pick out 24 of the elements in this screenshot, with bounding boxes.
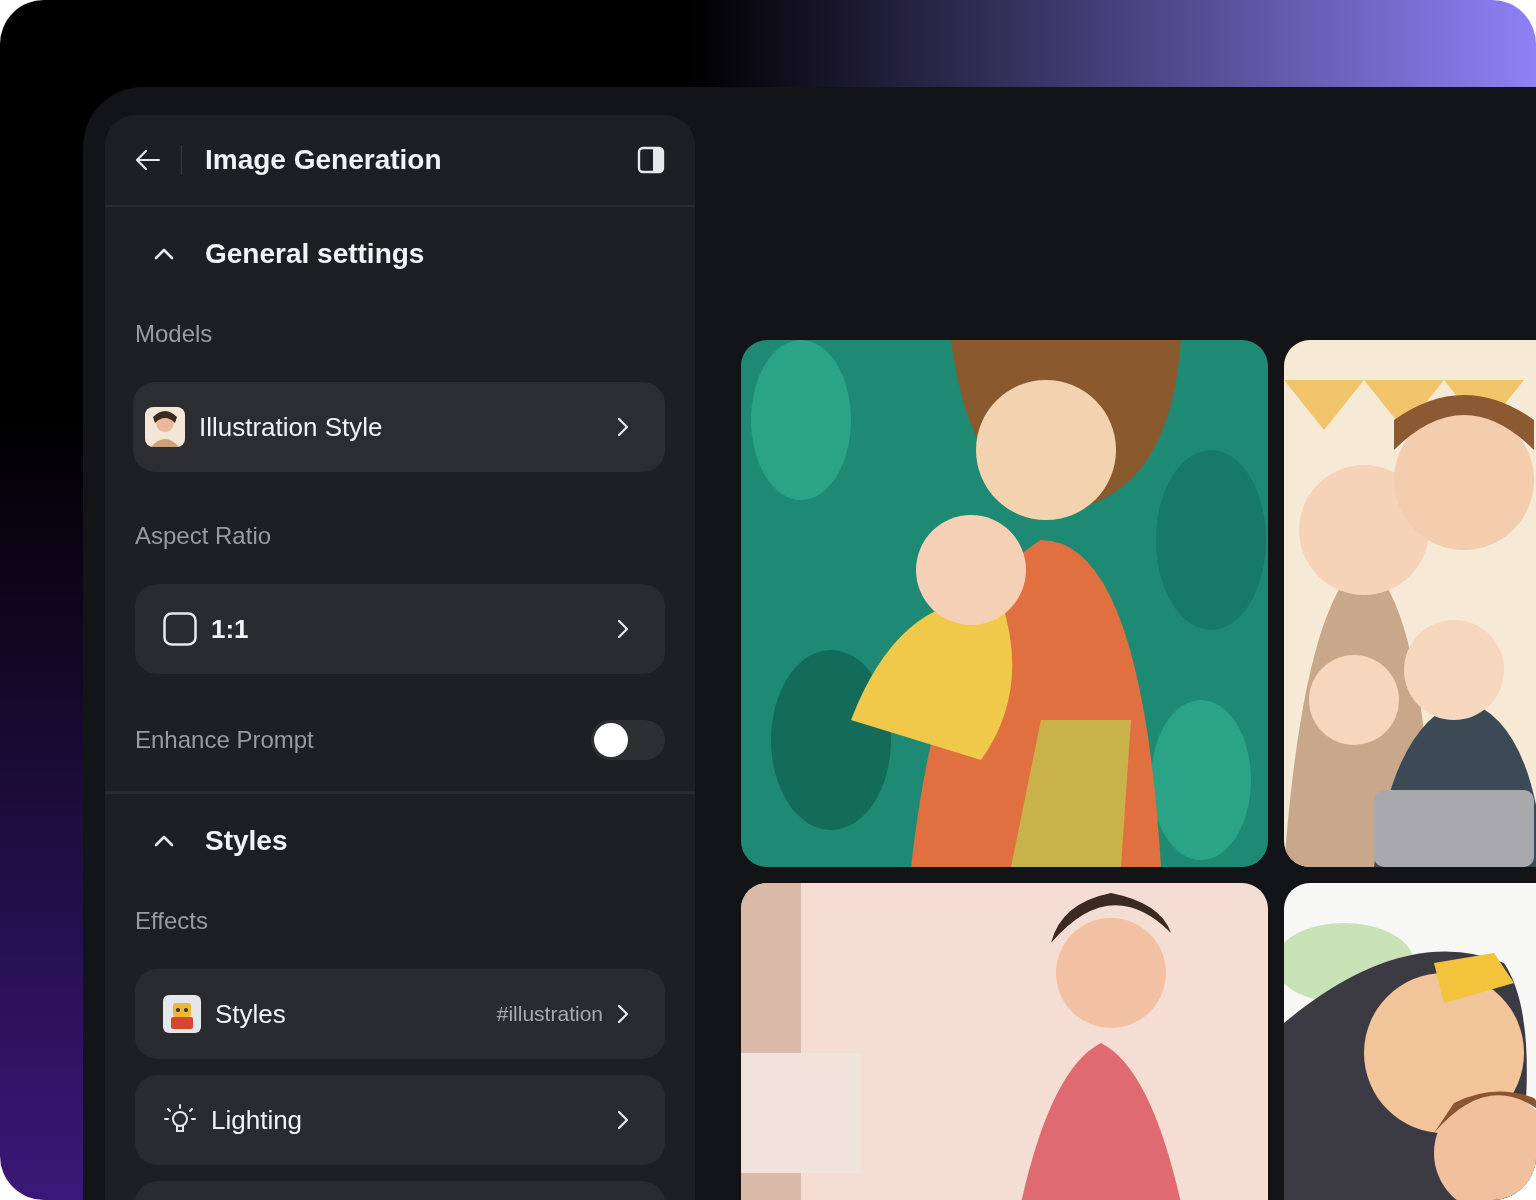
ratio-select[interactable]: 1:1: [135, 584, 665, 674]
chevron-right-icon: [617, 417, 629, 437]
styles-select[interactable]: Styles #illustration: [135, 969, 665, 1059]
sidebar-toggle-icon[interactable]: [637, 146, 665, 174]
field-label: Models: [135, 319, 214, 349]
lighting-select[interactable]: Lighting: [135, 1075, 665, 1165]
square-icon: [163, 612, 197, 646]
section-title[interactable]: General settings: [205, 238, 425, 270]
chevron-right-icon: [617, 1004, 629, 1024]
avatar-icon: [145, 407, 185, 447]
toggle-switch[interactable]: [591, 720, 665, 760]
section-title[interactable]: Styles: [205, 825, 288, 857]
chevron-right-icon: [617, 619, 629, 639]
robot-icon: [163, 995, 201, 1033]
panel-title: Image Generation: [205, 144, 443, 176]
chevron-up-icon[interactable]: [153, 834, 175, 848]
model-select[interactable]: Illustration Style: [133, 382, 665, 472]
chevron-right-icon: [617, 1110, 629, 1130]
field-label: Aspect Ratio: [135, 521, 273, 551]
style-tag: #illustration: [496, 1002, 603, 1026]
toggle-label: Enhance Prompt: [135, 726, 314, 754]
back-arrow-icon[interactable]: [135, 149, 161, 171]
chevron-up-icon[interactable]: [153, 247, 175, 261]
field-label: Effects: [135, 906, 209, 936]
